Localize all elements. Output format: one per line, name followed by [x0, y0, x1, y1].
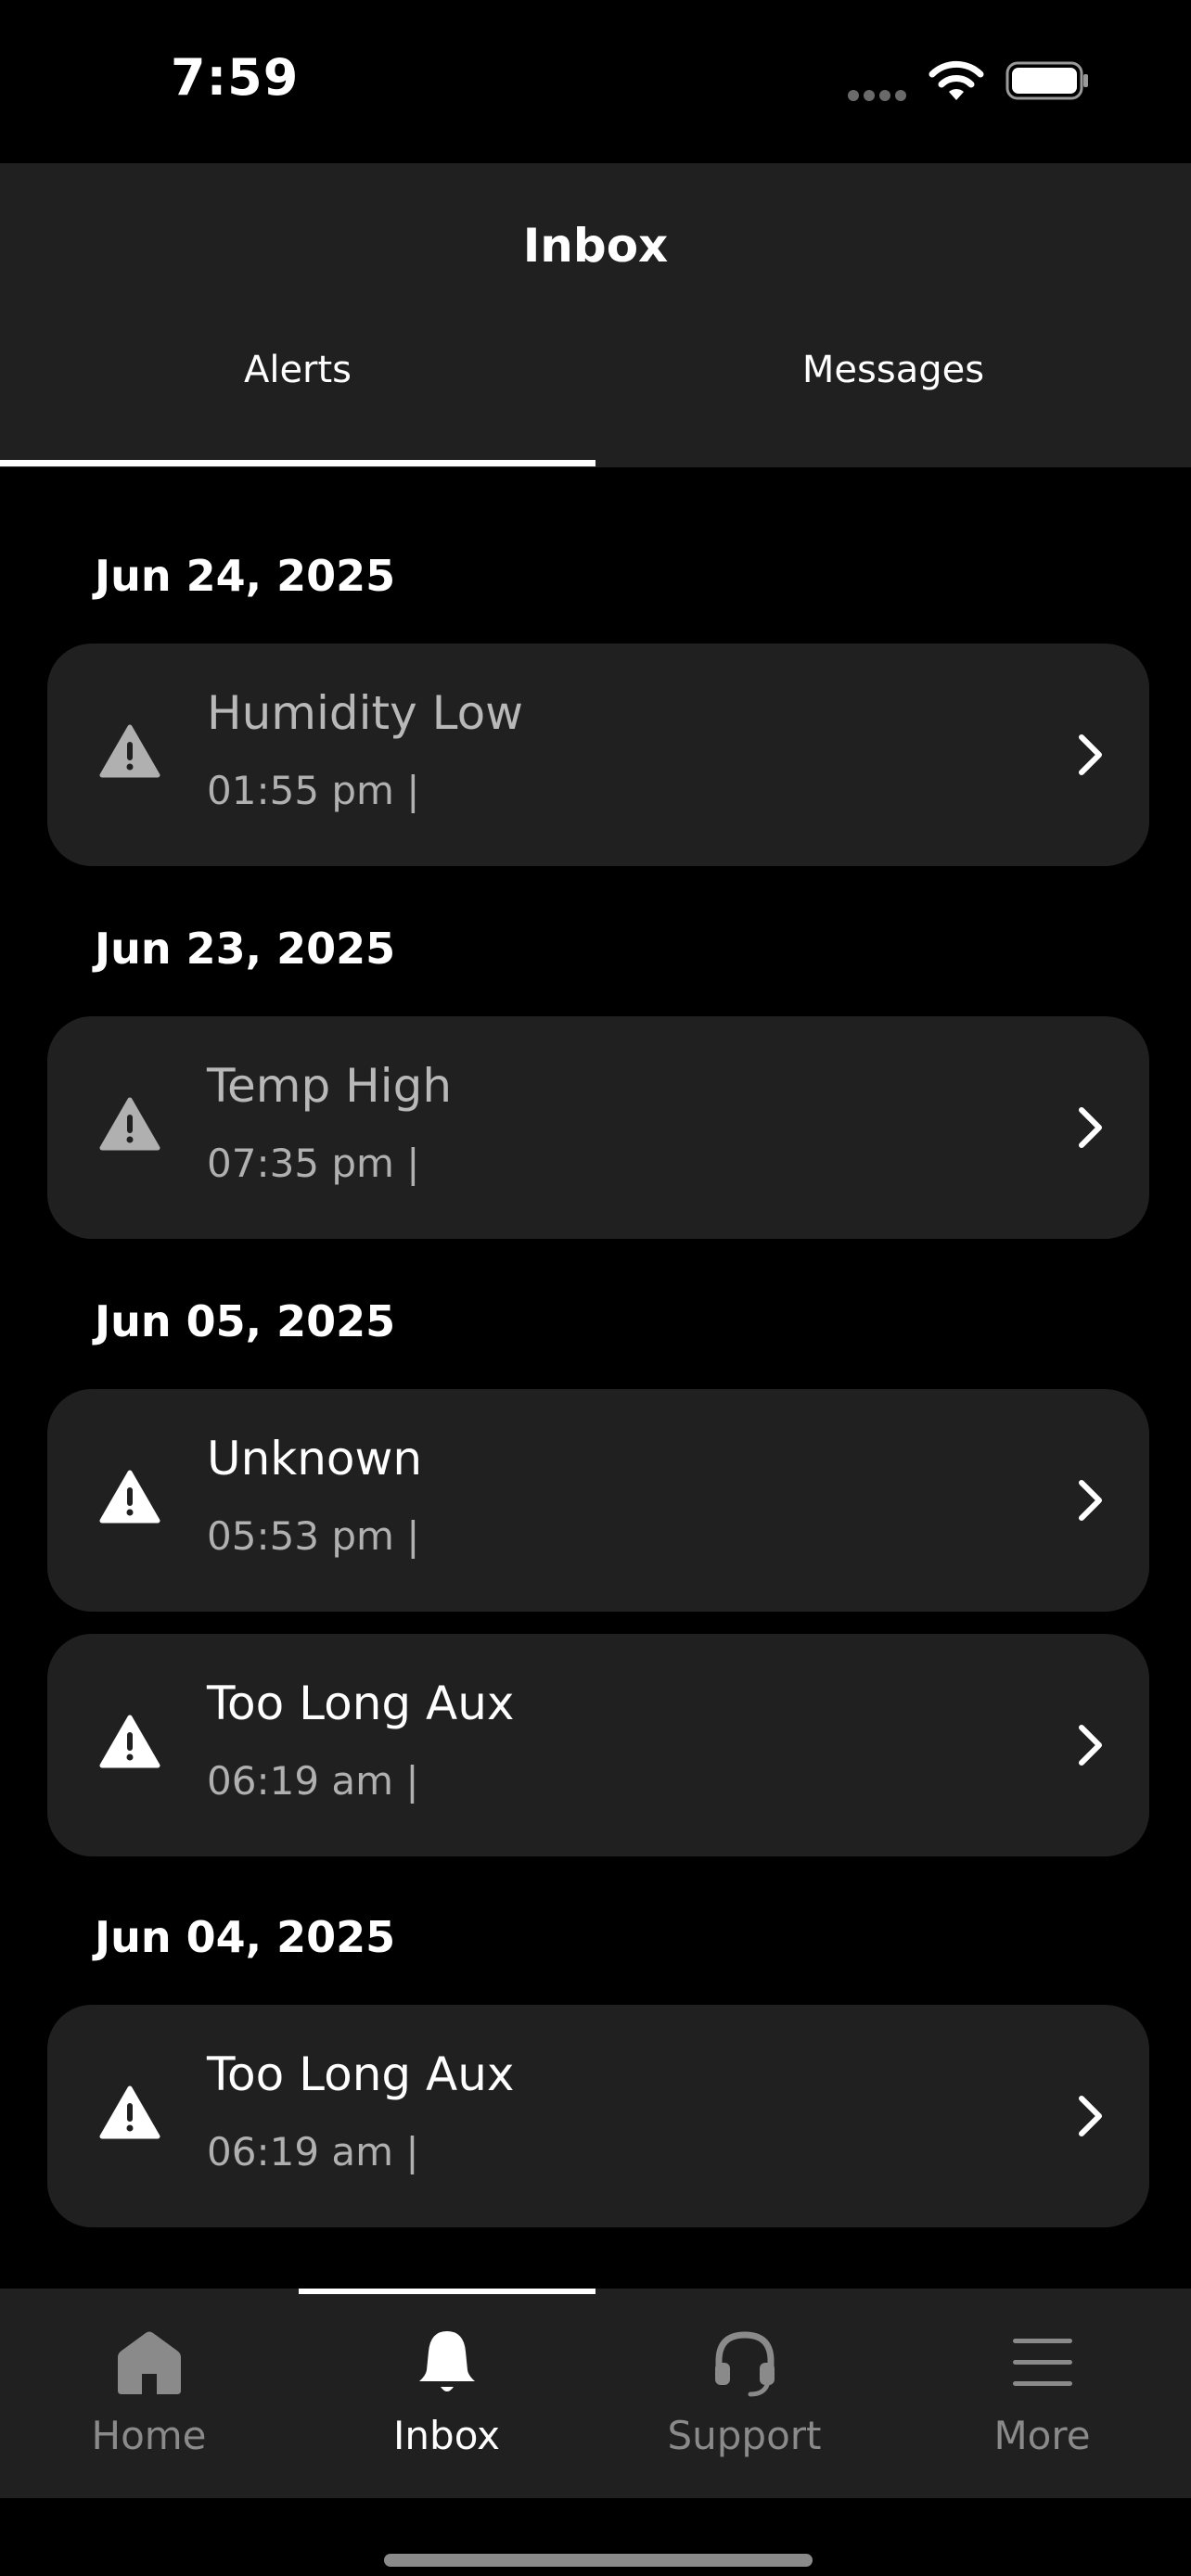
tab-messages[interactable]: Messages [596, 349, 1191, 391]
alert-title: Humidity Low [207, 686, 524, 740]
chevron-right-icon [1079, 2096, 1102, 2136]
alert-card[interactable]: Unknown 05:53 pm | [47, 1389, 1149, 1612]
alert-time: 07:35 pm | [207, 1141, 420, 1186]
warning-icon [99, 1470, 160, 1524]
tab-label: Inbox [393, 2413, 500, 2458]
warning-icon [99, 1715, 160, 1768]
alert-time: 06:19 am | [207, 2129, 419, 2174]
alert-time: 01:55 pm | [207, 768, 420, 813]
bell-icon [418, 2331, 475, 2391]
warning-icon [99, 1097, 160, 1151]
inbox-header: Inbox Alerts Messages [0, 163, 1191, 467]
cellular-signal-icon [848, 87, 911, 105]
active-tab-indicator [0, 460, 596, 466]
page-title: Inbox [522, 219, 669, 273]
alert-card[interactable]: Too Long Aux 06:19 am | [47, 2005, 1149, 2227]
date-heading: Jun 23, 2025 [95, 924, 396, 974]
alert-title: Too Long Aux [207, 2047, 515, 2101]
active-tab-indicator [299, 2289, 596, 2294]
tab-inbox[interactable]: Inbox [298, 2326, 596, 2458]
alert-time: 05:53 pm | [207, 1513, 420, 1559]
home-icon [117, 2331, 181, 2394]
status-bar: 7:59 [0, 0, 1191, 163]
tab-more[interactable]: More [893, 2326, 1191, 2458]
alert-card[interactable]: Humidity Low 01:55 pm | [47, 644, 1149, 866]
alert-time: 06:19 am | [207, 1758, 419, 1804]
alert-title: Temp High [207, 1059, 453, 1113]
warning-icon [99, 2085, 160, 2139]
date-heading: Jun 05, 2025 [95, 1296, 396, 1346]
tab-home[interactable]: Home [0, 2326, 298, 2458]
tab-label: Home [91, 2413, 207, 2458]
date-heading: Jun 04, 2025 [95, 1912, 396, 1962]
alert-title: Unknown [207, 1432, 423, 1486]
bottom-tab-bar: Home Inbox Support More [0, 2289, 1191, 2498]
chevron-right-icon [1079, 1480, 1102, 1521]
battery-icon [1005, 61, 1088, 100]
tab-label: More [993, 2413, 1091, 2458]
tab-support[interactable]: Support [596, 2326, 893, 2458]
wifi-icon [928, 60, 984, 100]
alert-title: Too Long Aux [207, 1677, 515, 1730]
alert-card[interactable]: Too Long Aux 06:19 am | [47, 1634, 1149, 1856]
tab-label: Support [667, 2413, 822, 2458]
alert-card[interactable]: Temp High 07:35 pm | [47, 1016, 1149, 1239]
warning-icon [99, 724, 160, 778]
headset-icon [714, 2331, 775, 2397]
date-heading: Jun 24, 2025 [95, 551, 396, 601]
chevron-right-icon [1079, 1107, 1102, 1148]
tab-alerts[interactable]: Alerts [0, 349, 596, 391]
menu-icon [1012, 2339, 1072, 2386]
chevron-right-icon [1079, 734, 1102, 775]
chevron-right-icon [1079, 1725, 1102, 1766]
status-time: 7:59 [171, 48, 300, 107]
home-indicator[interactable] [384, 2554, 813, 2567]
